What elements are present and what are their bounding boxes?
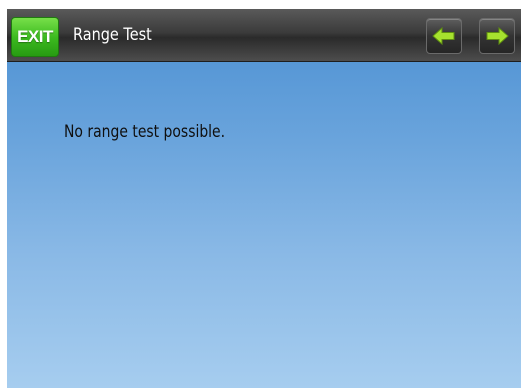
next-page-button[interactable] [479, 18, 515, 54]
arrow-right-icon [486, 27, 509, 45]
status-message: No range test possible. [64, 122, 226, 142]
title-bar: EXIT Range Test [7, 9, 521, 62]
exit-button[interactable]: EXIT [11, 17, 59, 57]
previous-page-button[interactable] [426, 18, 462, 54]
arrow-left-icon [432, 27, 455, 45]
page-title: Range Test [73, 25, 152, 45]
screen: EXIT Range Test No range test possible. [7, 9, 521, 388]
